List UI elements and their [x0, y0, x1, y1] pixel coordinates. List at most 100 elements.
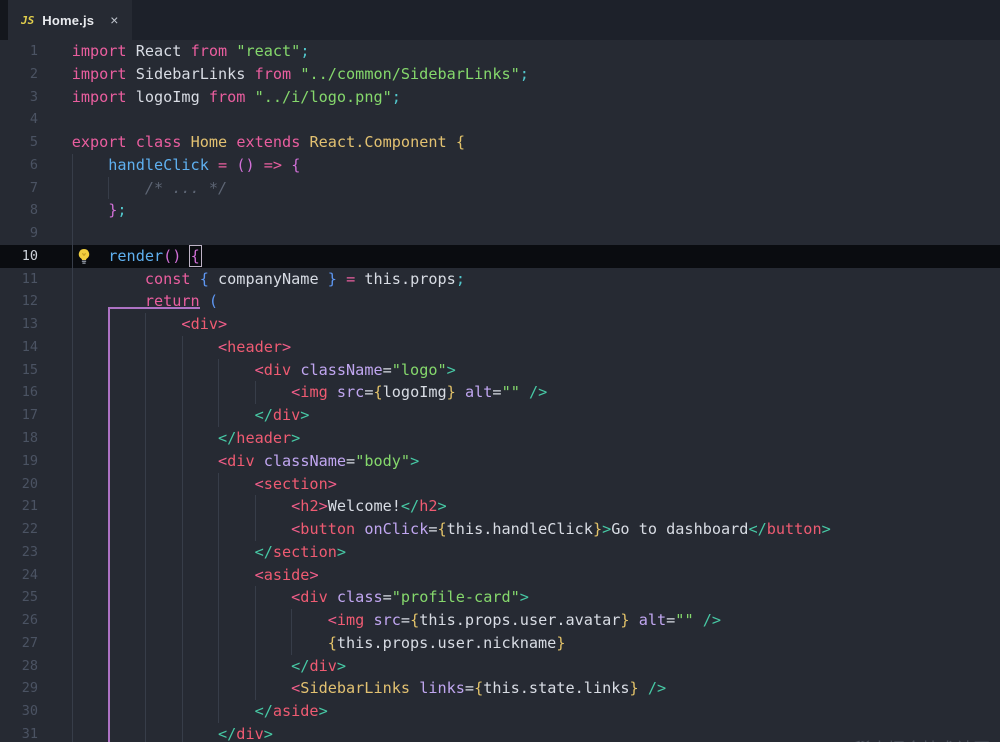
code-line-22[interactable]: 22 <button onClick={this.handleClick}>Go…: [0, 518, 1000, 541]
code-line-26[interactable]: 26 <img src={this.props.user.avatar} alt…: [0, 609, 1000, 632]
code-line-29[interactable]: 29 <SidebarLinks links={this.state.links…: [0, 677, 1000, 700]
code-text: import logoImg from "../i/logo.png";: [72, 86, 401, 109]
code-line-11[interactable]: 11 const { companyName } = this.props;: [0, 268, 1000, 291]
code-text: <h2>Welcome!</h2>: [72, 495, 447, 518]
code-text: /* ... */: [72, 177, 227, 200]
code-line-12[interactable]: 12 return (: [0, 290, 1000, 313]
code-line-17[interactable]: 17 </div>: [0, 404, 1000, 427]
line-number[interactable]: 12: [0, 290, 38, 313]
code-text: export class Home extends React.Componen…: [72, 131, 465, 154]
bracket-guide-horizontal: [108, 307, 200, 309]
tab-home-js[interactable]: JS Home.js ×: [8, 0, 132, 40]
code-line-5[interactable]: 5 export class Home extends React.Compone…: [0, 131, 1000, 154]
line-number[interactable]: 3: [0, 86, 38, 109]
code-text: <img src={this.props.user.avatar} alt=""…: [72, 609, 721, 632]
line-number[interactable]: 23: [0, 541, 38, 564]
code-line-8[interactable]: 8 };: [0, 199, 1000, 222]
indent-guide: [72, 222, 73, 245]
code-text: <header>: [72, 336, 292, 359]
line-number[interactable]: 26: [0, 609, 38, 632]
code-line-15[interactable]: 15 <div className="logo">: [0, 359, 1000, 382]
line-number[interactable]: 13: [0, 313, 38, 336]
active-indent-guide: [108, 307, 110, 742]
code-line-3[interactable]: 3 import logoImg from "../i/logo.png";: [0, 86, 1000, 109]
line-number[interactable]: 18: [0, 427, 38, 450]
code-line-16[interactable]: 16 <img src={logoImg} alt="" />: [0, 381, 1000, 404]
line-number[interactable]: 24: [0, 564, 38, 587]
code-text: import React from "react";: [72, 40, 310, 63]
code-line-30[interactable]: 30 </aside>: [0, 700, 1000, 723]
watermark: @稀土掘金技术社区: [844, 735, 990, 742]
code-text: handleClick = () => {: [72, 154, 301, 177]
code-line-21[interactable]: 21 <h2>Welcome!</h2>: [0, 495, 1000, 518]
line-number[interactable]: 5: [0, 131, 38, 154]
code-text: {this.props.user.nickname}: [72, 632, 566, 655]
code-line-6[interactable]: 6 handleClick = () => {: [0, 154, 1000, 177]
line-number[interactable]: 7: [0, 177, 38, 200]
code-line-14[interactable]: 14 <header>: [0, 336, 1000, 359]
line-number[interactable]: 2: [0, 63, 38, 86]
code-line-27[interactable]: 27 {this.props.user.nickname}: [0, 632, 1000, 655]
line-number[interactable]: 29: [0, 677, 38, 700]
code-text: <div className="body">: [72, 450, 420, 473]
code-text: <img src={logoImg} alt="" />: [72, 381, 548, 404]
code-text: </div>: [72, 723, 273, 742]
line-number[interactable]: 16: [0, 381, 38, 404]
line-number[interactable]: 22: [0, 518, 38, 541]
line-number[interactable]: 27: [0, 632, 38, 655]
line-number[interactable]: 19: [0, 450, 38, 473]
code-editor[interactable]: @稀土掘金技术社区 1 import React from "react"; 2 im…: [0, 40, 1000, 742]
line-number[interactable]: 14: [0, 336, 38, 359]
line-number[interactable]: 30: [0, 700, 38, 723]
line-number[interactable]: 4: [0, 108, 38, 131]
code-line-20[interactable]: 20 <section>: [0, 473, 1000, 496]
code-line-24[interactable]: 24 <aside>: [0, 564, 1000, 587]
code-line-10[interactable]: 10 render() {: [0, 245, 1000, 268]
code-line-4[interactable]: 4: [0, 108, 1000, 131]
code-text: <div class="profile-card">: [72, 586, 529, 609]
code-line-25[interactable]: 25 <div class="profile-card">: [0, 586, 1000, 609]
line-number[interactable]: 10: [0, 245, 38, 268]
line-number[interactable]: 6: [0, 154, 38, 177]
code-text: <button onClick={this.handleClick}>Go to…: [72, 518, 831, 541]
lightbulb-icon[interactable]: [76, 248, 92, 265]
code-line-23[interactable]: 23 </section>: [0, 541, 1000, 564]
code-text: };: [72, 199, 127, 222]
code-text: <div className="logo">: [72, 359, 456, 382]
line-number[interactable]: 11: [0, 268, 38, 291]
line-number[interactable]: 9: [0, 222, 38, 245]
line-number[interactable]: 20: [0, 473, 38, 496]
tab-title: Home.js: [42, 13, 94, 28]
code-line-13[interactable]: 13 <div>: [0, 313, 1000, 336]
code-text: </aside>: [72, 700, 328, 723]
code-text: <section>: [72, 473, 337, 496]
line-number[interactable]: 21: [0, 495, 38, 518]
code-line-18[interactable]: 18 </header>: [0, 427, 1000, 450]
code-line-7[interactable]: 7 /* ... */: [0, 177, 1000, 200]
code-text: </header>: [72, 427, 301, 450]
code-text: <div>: [72, 313, 227, 336]
activity-strip: [0, 0, 8, 40]
code-line-9[interactable]: 9: [0, 222, 1000, 245]
js-file-icon: JS: [21, 14, 34, 27]
line-number[interactable]: 8: [0, 199, 38, 222]
vscode-window: JS Home.js × @稀土掘金技术社区 1 import React fro…: [0, 0, 1000, 742]
line-number[interactable]: 17: [0, 404, 38, 427]
line-number[interactable]: 1: [0, 40, 38, 63]
code-text: </section>: [72, 541, 346, 564]
code-text: <SidebarLinks links={this.state.links} /…: [72, 677, 666, 700]
line-number[interactable]: 25: [0, 586, 38, 609]
code-text: </div>: [72, 655, 346, 678]
code-line-28[interactable]: 28 </div>: [0, 655, 1000, 678]
line-number[interactable]: 15: [0, 359, 38, 382]
code-line-1[interactable]: 1 import React from "react";: [0, 40, 1000, 63]
code-text: const { companyName } = this.props;: [72, 268, 465, 291]
line-number[interactable]: 31: [0, 723, 38, 742]
code-line-2[interactable]: 2 import SidebarLinks from "../common/Sid…: [0, 63, 1000, 86]
close-icon[interactable]: ×: [110, 13, 118, 27]
tab-bar: JS Home.js ×: [0, 0, 1000, 40]
code-text: import SidebarLinks from "../common/Side…: [72, 63, 529, 86]
code-text: return (: [72, 290, 218, 313]
line-number[interactable]: 28: [0, 655, 38, 678]
code-line-19[interactable]: 19 <div className="body">: [0, 450, 1000, 473]
